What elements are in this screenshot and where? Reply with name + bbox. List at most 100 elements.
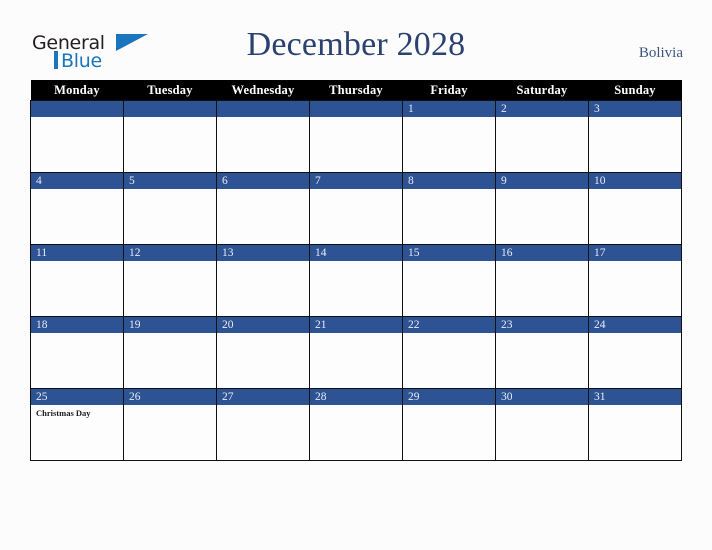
day-cell-inner: 22 bbox=[403, 317, 495, 388]
day-cell-inner: 2 bbox=[496, 101, 588, 172]
date-number: 30 bbox=[496, 389, 588, 405]
day-cell-inner: 21 bbox=[310, 317, 402, 388]
date-number: 24 bbox=[589, 317, 681, 333]
day-cell-27[interactable]: 27 bbox=[216, 388, 310, 461]
day-cell-23[interactable]: 23 bbox=[495, 316, 589, 389]
day-cell-inner: 1 bbox=[403, 101, 495, 172]
day-cell-empty[interactable] bbox=[30, 100, 124, 173]
day-cell-inner bbox=[31, 101, 123, 172]
day-cell-inner: 9 bbox=[496, 173, 588, 244]
date-number: 12 bbox=[124, 245, 216, 261]
weekday-header-monday: Monday bbox=[30, 80, 124, 101]
day-cell-3[interactable]: 3 bbox=[588, 100, 682, 173]
day-cell-inner: 19 bbox=[124, 317, 216, 388]
day-cell-inner: 26 bbox=[124, 389, 216, 460]
date-number: 13 bbox=[217, 245, 309, 261]
day-cell-28[interactable]: 28 bbox=[309, 388, 403, 461]
date-number: 20 bbox=[217, 317, 309, 333]
date-number: 23 bbox=[496, 317, 588, 333]
day-cell-14[interactable]: 14 bbox=[309, 244, 403, 317]
weekday-header-friday: Friday bbox=[402, 80, 496, 101]
day-cell-6[interactable]: 6 bbox=[216, 172, 310, 245]
date-number: 15 bbox=[403, 245, 495, 261]
day-cell-inner: 3 bbox=[589, 101, 681, 172]
day-cell-16[interactable]: 16 bbox=[495, 244, 589, 317]
day-cell-inner: 20 bbox=[217, 317, 309, 388]
calendar-body: 1 2 3 4 5 6 7 8 9 10 11 12 13 14 15 16 17 18 19 20 21 22 23 24 2… bbox=[30, 100, 682, 461]
day-cell-22[interactable]: 22 bbox=[402, 316, 496, 389]
day-cell-20[interactable]: 20 bbox=[216, 316, 310, 389]
day-cell-inner: 6 bbox=[217, 173, 309, 244]
day-cell-15[interactable]: 15 bbox=[402, 244, 496, 317]
day-cell-21[interactable]: 21 bbox=[309, 316, 403, 389]
date-number: 9 bbox=[496, 173, 588, 189]
day-cell-inner: 8 bbox=[403, 173, 495, 244]
day-cell-10[interactable]: 10 bbox=[588, 172, 682, 245]
date-number: 29 bbox=[403, 389, 495, 405]
date-number: 21 bbox=[310, 317, 402, 333]
day-cell-26[interactable]: 26 bbox=[123, 388, 217, 461]
day-cell-25[interactable]: 25 Christmas Day bbox=[30, 388, 124, 461]
day-cell-inner: 24 bbox=[589, 317, 681, 388]
day-cell-empty[interactable] bbox=[123, 100, 217, 173]
day-cell-2[interactable]: 2 bbox=[495, 100, 589, 173]
day-cell-17[interactable]: 17 bbox=[588, 244, 682, 317]
day-cell-empty[interactable] bbox=[309, 100, 403, 173]
day-cell-24[interactable]: 24 bbox=[588, 316, 682, 389]
day-cell-18[interactable]: 18 bbox=[30, 316, 124, 389]
day-cell-inner: 10 bbox=[589, 173, 681, 244]
day-cell-30[interactable]: 30 bbox=[495, 388, 589, 461]
date-number: 19 bbox=[124, 317, 216, 333]
day-cell-inner: 30 bbox=[496, 389, 588, 460]
date-number: 11 bbox=[31, 245, 123, 261]
day-cell-inner bbox=[217, 101, 309, 172]
day-cell-inner: 4 bbox=[31, 173, 123, 244]
date-number bbox=[31, 101, 123, 117]
day-cell-inner bbox=[124, 101, 216, 172]
day-cell-inner: 18 bbox=[31, 317, 123, 388]
day-cell-inner: 16 bbox=[496, 245, 588, 316]
date-number: 17 bbox=[589, 245, 681, 261]
day-cell-inner: 12 bbox=[124, 245, 216, 316]
day-cell-inner: 23 bbox=[496, 317, 588, 388]
calendar-week-row: 123 bbox=[30, 100, 682, 173]
day-cell-inner: 7 bbox=[310, 173, 402, 244]
date-number: 22 bbox=[403, 317, 495, 333]
date-number: 31 bbox=[589, 389, 681, 405]
day-cell-inner: 14 bbox=[310, 245, 402, 316]
date-number: 26 bbox=[124, 389, 216, 405]
day-cell-1[interactable]: 1 bbox=[402, 100, 496, 173]
day-cell-8[interactable]: 8 bbox=[402, 172, 496, 245]
weekday-header-row: Monday Tuesday Wednesday Thursday Friday… bbox=[30, 80, 682, 101]
day-cell-4[interactable]: 4 bbox=[30, 172, 124, 245]
day-cell-12[interactable]: 12 bbox=[123, 244, 217, 317]
calendar-week-row: 25 Christmas Day 26 27 28 29 30 31 bbox=[30, 388, 682, 461]
day-cell-inner: 13 bbox=[217, 245, 309, 316]
day-cell-7[interactable]: 7 bbox=[309, 172, 403, 245]
date-number: 4 bbox=[31, 173, 123, 189]
page-title: December 2028 bbox=[246, 26, 466, 63]
day-cell-inner: 29 bbox=[403, 389, 495, 460]
day-cell-5[interactable]: 5 bbox=[123, 172, 217, 245]
day-cell-31[interactable]: 31 bbox=[588, 388, 682, 461]
page-header: General Blue December 2028 Bolivia bbox=[0, 0, 712, 80]
day-cell-9[interactable]: 9 bbox=[495, 172, 589, 245]
date-number: 27 bbox=[217, 389, 309, 405]
day-cell-11[interactable]: 11 bbox=[30, 244, 124, 317]
day-cell-empty[interactable] bbox=[216, 100, 310, 173]
day-cell-inner: 5 bbox=[124, 173, 216, 244]
event-list: Christmas Day bbox=[31, 405, 123, 419]
date-number bbox=[217, 101, 309, 117]
day-cell-inner: 27 bbox=[217, 389, 309, 460]
date-number: 3 bbox=[589, 101, 681, 117]
day-cell-29[interactable]: 29 bbox=[402, 388, 496, 461]
calendar-week-row: 4 5 6 7 8 9 10 bbox=[30, 172, 682, 245]
date-number: 5 bbox=[124, 173, 216, 189]
date-number: 14 bbox=[310, 245, 402, 261]
date-number: 18 bbox=[31, 317, 123, 333]
date-number: 8 bbox=[403, 173, 495, 189]
day-cell-13[interactable]: 13 bbox=[216, 244, 310, 317]
day-cell-19[interactable]: 19 bbox=[123, 316, 217, 389]
date-number: 28 bbox=[310, 389, 402, 405]
day-cell-inner: 11 bbox=[31, 245, 123, 316]
